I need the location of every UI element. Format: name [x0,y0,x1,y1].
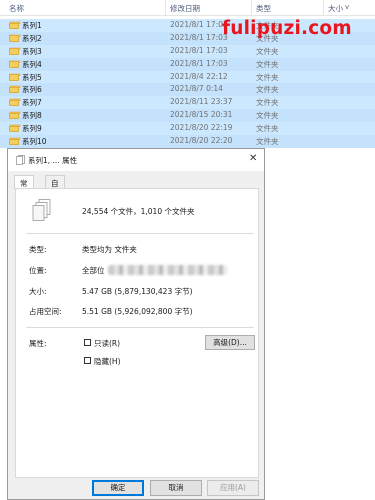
folder-icon [9,85,21,94]
file-date: 2021/8/15 20:31 [170,110,233,120]
hidden-label[interactable]: 隐藏(H) [94,356,121,367]
cancel-button[interactable]: 取消 [150,480,202,496]
redacted-path [108,265,228,275]
file-type: 文件夹 [256,137,279,147]
type-label: 类型: [29,245,47,254]
folder-icon [9,124,21,133]
document-icon [16,155,25,165]
file-type: 文件夹 [256,111,279,121]
multi-document-icon [32,199,51,221]
folder-icon [9,21,21,29]
file-date: 2021/8/11 23:37 [170,97,233,107]
file-name: 系列5 [22,72,42,82]
file-name: 系列2 [22,33,42,43]
column-size[interactable]: 大小 [328,3,343,14]
file-name: 系列6 [22,85,42,95]
file-name: 系列3 [22,46,42,56]
list-item[interactable]: 系列3 2021/8/1 17:03 文件夹 [0,44,375,58]
file-date: 2021/8/1 17:03 [170,45,228,55]
apply-button[interactable]: 应用(A) [207,480,259,496]
list-item[interactable]: 系列9 2021/8/20 22:19 文件夹 [0,122,375,136]
readonly-checkbox[interactable] [84,339,91,346]
file-date: 2021/8/20 22:19 [170,123,233,133]
column-header: ^ 名称 修改日期 类型 大小 v [0,0,375,16]
file-date: 2021/8/20 22:20 [170,136,233,146]
file-date: 2021/8/7 0:14 [170,84,223,94]
file-date: 2021/8/1 17:02 [170,20,228,29]
chevron-down-icon[interactable]: v [345,3,349,11]
folder-icon [9,111,21,120]
folder-icon [9,33,21,42]
column-date[interactable]: 修改日期 [170,3,200,14]
size-label: 大小: [29,287,47,296]
hidden-checkbox[interactable] [84,357,91,364]
list-item[interactable]: 系列8 2021/8/15 20:31 文件夹 [0,109,375,123]
file-name: 系列7 [22,98,42,108]
sort-up-icon: ^ [84,0,91,5]
file-type: 文件夹 [256,59,279,69]
file-date: 2021/8/1 17:03 [170,58,228,68]
file-name: 系列8 [22,111,42,121]
file-name: 系列1 [22,21,42,30]
watermark-text: fulipuzi.com [222,18,352,39]
file-type: 文件夹 [256,98,279,108]
advanced-button[interactable]: 高级(D)... [205,335,255,350]
folder-icon [9,98,21,107]
location-label: 位置: [29,266,47,275]
general-panel: 24,554 个文件，1,010 个文件夹 类型: 类型均为 文件夹 位置: 全… [15,188,259,478]
column-divider[interactable] [165,0,166,15]
divider [26,327,254,328]
file-type: 文件夹 [256,124,279,134]
folder-icon [9,46,21,55]
list-item[interactable]: 系列6 2021/8/7 0:14 文件夹 [0,83,375,97]
column-divider[interactable] [251,0,252,15]
ok-button[interactable]: 确定 [92,480,144,496]
file-name: 系列10 [22,137,47,147]
file-list: ^ 名称 修改日期 类型 大小 v 系列1 2021/8/1 17:02 文件夹 系列… [0,0,375,148]
dialog-title: 系列1, ... 属性 [28,156,78,165]
column-name[interactable]: 名称 [9,3,24,14]
properties-dialog: 系列1, ... 属性 ✕ 常规 自定义 24,554 个文件，1,010 个文… [7,148,265,500]
readonly-label[interactable]: 只读(R) [94,338,120,349]
file-name: 系列4 [22,59,42,69]
file-name: 系列9 [22,124,42,134]
file-date: 2021/8/1 17:03 [170,32,228,42]
tab-general[interactable]: 常规 [14,175,34,199]
location-value: 全部位 [82,266,105,275]
list-item[interactable]: 系列7 2021/8/11 23:37 文件夹 [0,96,375,110]
file-type: 文件夹 [256,46,279,56]
close-icon[interactable]: ✕ [249,153,257,164]
divider [26,233,254,234]
folder-icon [9,72,21,81]
list-item[interactable]: 系列5 2021/8/4 22:12 文件夹 [0,70,375,84]
disk-size-label: 占用空间: [29,307,62,316]
file-type: 文件夹 [256,85,279,95]
item-count: 24,554 个文件，1,010 个文件夹 [82,207,195,216]
size-value: 5.47 GB (5,879,130,423 字节) [82,287,193,296]
file-type: 文件夹 [256,72,279,82]
folder-icon [9,137,21,146]
type-value: 类型均为 文件夹 [82,245,137,254]
attributes-label: 属性: [29,339,47,348]
disk-size-value: 5.51 GB (5,926,092,800 字节) [82,307,193,316]
list-item[interactable]: 系列4 2021/8/1 17:03 文件夹 [0,57,375,71]
column-type[interactable]: 类型 [256,3,271,14]
dialog-titlebar[interactable]: 系列1, ... 属性 ✕ [8,149,264,171]
file-date: 2021/8/4 22:12 [170,71,228,81]
folder-icon [9,59,21,68]
column-divider[interactable] [323,0,324,15]
list-item[interactable]: 系列10 2021/8/20 22:20 文件夹 [0,135,375,148]
tab-custom[interactable]: 自定义 [45,175,65,210]
